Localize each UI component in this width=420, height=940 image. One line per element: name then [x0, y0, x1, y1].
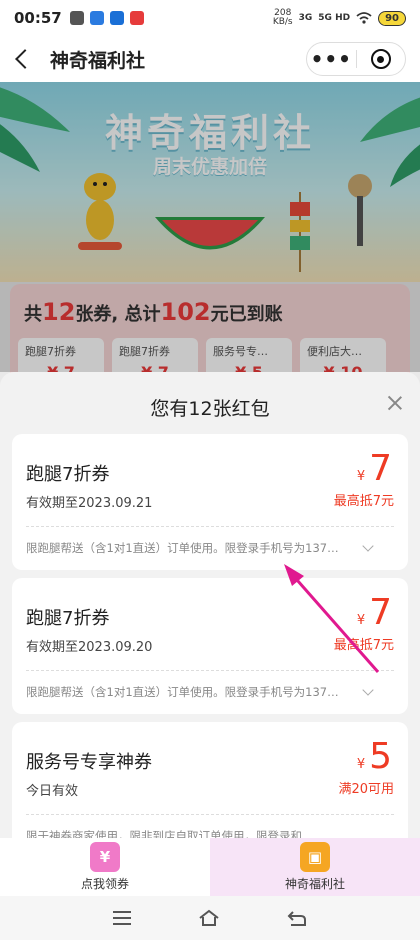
coupon-sheet: 您有12张红包 跑腿7折券 有效期至2023.09.21 ¥7 最高抵7元 限跑… — [0, 372, 420, 838]
return-icon[interactable] — [287, 909, 307, 927]
dashed-divider — [26, 814, 394, 815]
coupon-expiry: 有效期至2023.09.20 — [26, 640, 153, 655]
tab-get-coupons[interactable]: ¥ 点我领券 — [0, 838, 210, 896]
coupon-value: ¥7 — [356, 448, 392, 489]
app-notification-icon — [109, 11, 124, 25]
menu-icon[interactable] — [113, 911, 132, 925]
coupon-name: 跑腿7折券 — [26, 464, 110, 485]
miniapp-capsule: ••• — [306, 42, 406, 76]
coupon-value: ¥7 — [356, 592, 392, 633]
app-notification-icon — [89, 11, 104, 25]
battery-indicator: 90 — [378, 10, 406, 26]
close-icon[interactable] — [386, 394, 404, 412]
wifi-icon — [356, 12, 372, 24]
signal-3g: 3G — [298, 13, 313, 23]
status-indicators: 208 KB/s 3G 5G HD 90 — [273, 9, 406, 27]
coupon-name: 跑腿7折券 — [26, 608, 110, 629]
back-arrow-icon[interactable] — [15, 49, 35, 69]
gift-icon: ▣ — [300, 842, 330, 872]
home-icon[interactable] — [198, 909, 220, 927]
coupon-value: ¥5 — [356, 736, 392, 777]
coupon-terms: 限跑腿帮送（含1对1直送）订单使用。限登录手机号为137… — [26, 685, 339, 699]
coupon-limit: 最高抵7元 — [333, 494, 394, 509]
tab-welfare-club[interactable]: ▣ 神奇福利社 — [210, 838, 420, 896]
dashed-divider — [26, 670, 394, 671]
signal-5g: 5G HD — [318, 13, 351, 23]
system-nav-bar — [0, 896, 420, 940]
app-notification-icon — [69, 11, 84, 25]
nav-bar: 神奇福利社 ••• — [0, 36, 420, 82]
close-miniapp-button[interactable] — [357, 49, 406, 69]
coupon-ticket-icon: ¥ — [90, 842, 120, 872]
modal-overlay[interactable] — [0, 82, 420, 372]
more-menu-button[interactable]: ••• — [307, 47, 356, 71]
coupon-name: 服务号专享神券 — [26, 752, 152, 773]
coupon-card[interactable]: 跑腿7折券 有效期至2023.09.20 ¥7 最高抵7元 限跑腿帮送（含1对1… — [12, 578, 408, 714]
coupon-terms: 限于神券商家使用，限非到店自取订单使用，限登录和… — [26, 829, 314, 838]
coupon-card[interactable]: 跑腿7折券 有效期至2023.09.21 ¥7 最高抵7元 限跑腿帮送（含1对1… — [12, 434, 408, 570]
coupon-expiry: 今日有效 — [26, 784, 79, 799]
coupon-terms: 限跑腿帮送（含1对1直送）订单使用。限登录手机号为137… — [26, 541, 339, 555]
page-title: 神奇福利社 — [50, 49, 146, 72]
tab-bar: ¥ 点我领券 ▣ 神奇福利社 — [0, 838, 420, 896]
dashed-divider — [26, 526, 394, 527]
net-speed: 208 KB/s — [272, 8, 293, 27]
tab-label: 神奇福利社 — [284, 877, 345, 891]
coupon-card[interactable]: 服务号专享神券 今日有效 ¥5 满20可用 限于神券商家使用，限非到店自取订单使… — [12, 722, 408, 838]
coupon-expiry: 有效期至2023.09.21 — [26, 496, 153, 511]
sheet-title: 您有12张红包 — [150, 398, 270, 420]
coupon-limit: 最高抵7元 — [333, 638, 394, 653]
app-notification-icon — [129, 11, 144, 25]
coupon-limit: 满20可用 — [338, 782, 394, 797]
status-time: 00:57 — [14, 9, 62, 27]
target-icon — [370, 49, 391, 69]
status-bar: 00:57 208 KB/s 3G 5G HD 90 — [0, 0, 420, 36]
tab-label: 点我领券 — [80, 877, 129, 891]
